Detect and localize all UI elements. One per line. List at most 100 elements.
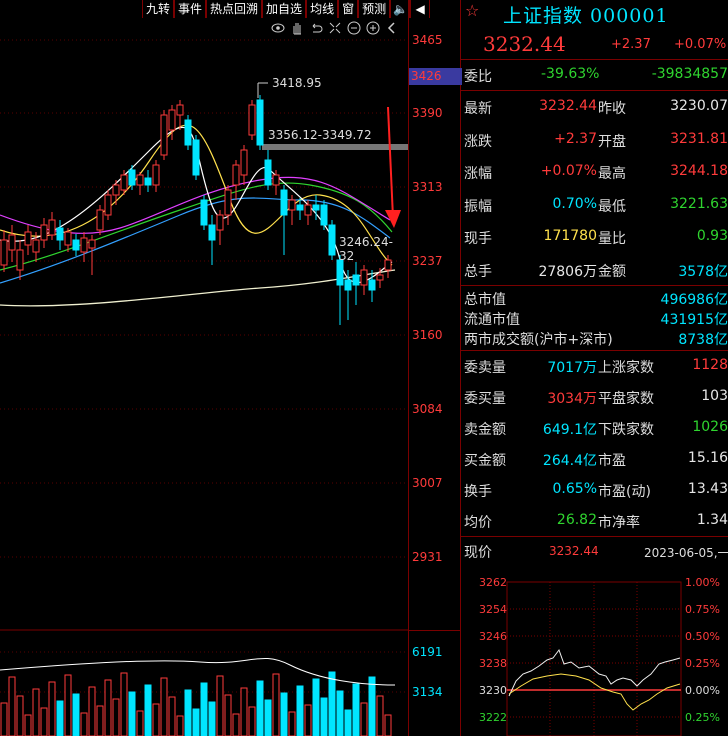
market-row: 流通市值 431915亿 xyxy=(461,309,728,329)
jiuzhuan-button[interactable]: 九转 xyxy=(142,0,175,18)
candle-body xyxy=(80,237,88,253)
breadth-value: 0.65% xyxy=(552,481,597,497)
intraday-price: 3232.44 xyxy=(549,544,599,558)
volume-bar xyxy=(256,680,264,736)
candle-body xyxy=(160,114,168,156)
intraday-right-tick: 1.00% xyxy=(685,576,720,589)
candle-body xyxy=(176,104,184,116)
candle-body xyxy=(0,239,8,266)
breadth-key: 下跌家数 xyxy=(598,422,654,438)
intraday-left-tick: 3246 xyxy=(479,630,507,643)
breadth-key: 市净率 xyxy=(598,515,640,531)
axis-tick: 3313 xyxy=(412,180,443,194)
chevron-left-icon[interactable] xyxy=(384,20,400,36)
volume-bar xyxy=(72,693,80,736)
zoom-out-icon[interactable] xyxy=(346,20,362,36)
undo-icon[interactable] xyxy=(308,20,324,36)
quote-value: 3578亿 xyxy=(678,263,728,280)
candle-body xyxy=(96,209,104,231)
candle-body xyxy=(368,279,376,291)
candle-body xyxy=(88,239,96,249)
intraday-left-tick: 3262 xyxy=(479,576,507,589)
breadth-value: 7017万 xyxy=(547,360,597,376)
volume-bar xyxy=(16,695,24,736)
quote-row: 涨跌 +2.37 开盘 3231.81 xyxy=(461,131,728,163)
intraday-right-tick: 0.25% xyxy=(685,657,720,670)
volume-bar xyxy=(320,697,328,736)
eye-icon[interactable] xyxy=(270,20,286,36)
volume-bar xyxy=(152,703,160,736)
header-price: 3232.44 xyxy=(483,32,566,56)
volume-bar xyxy=(216,675,224,736)
volume-bar xyxy=(8,676,16,736)
quote-value: 3244.18 xyxy=(670,163,728,179)
breadth-key: 平盘家数 xyxy=(598,391,654,407)
candle-body xyxy=(248,104,256,136)
hot-review-button[interactable]: 热点回溯 xyxy=(206,0,263,18)
market-row: 两市成交额(沪市+深市) 8738亿 xyxy=(461,329,728,349)
volume-bar xyxy=(176,715,184,736)
kline-svg[interactable] xyxy=(0,0,408,736)
volume-bar xyxy=(136,710,144,736)
intraday-right-tick: 0.50% xyxy=(685,630,720,643)
vol-ma xyxy=(0,657,396,686)
quote-value: 3232.44 xyxy=(539,98,597,114)
breadth-value: 103 xyxy=(701,388,728,404)
candle-body xyxy=(304,204,312,216)
candle-body xyxy=(128,169,136,186)
breadth-value: 1128 xyxy=(692,357,728,373)
quote-value: 3221.63 xyxy=(670,195,728,212)
volume-bar xyxy=(184,689,192,736)
ma-line-white xyxy=(0,269,396,307)
breadth-key: 上涨家数 xyxy=(598,360,654,376)
candle-body xyxy=(288,199,296,211)
volume-bar xyxy=(224,694,232,736)
volume-bar xyxy=(248,706,256,736)
candle-body xyxy=(152,164,160,186)
zoom-in-icon[interactable] xyxy=(365,20,381,36)
panel-title: 上证指数 000001 xyxy=(503,5,669,27)
quote-value: 0.93 xyxy=(696,228,728,244)
ma-button[interactable]: 均线 xyxy=(306,0,339,18)
breadth-row: 委卖量 7017万 上涨家数 1128 xyxy=(461,357,728,389)
shrink-icon[interactable] xyxy=(327,20,343,36)
candle-body xyxy=(168,109,176,131)
candle-body xyxy=(240,149,248,176)
volume-bar xyxy=(352,683,360,736)
forecast-button[interactable]: 预测 xyxy=(358,0,391,18)
volume-bar xyxy=(336,690,344,736)
breadth-value: 649.1亿 xyxy=(542,422,597,438)
candle-body xyxy=(352,274,360,286)
events-button[interactable]: 事件 xyxy=(174,0,207,18)
candle-body xyxy=(216,214,224,231)
breadth-key: 均价 xyxy=(464,515,492,531)
candle-body xyxy=(72,239,80,251)
candle-body xyxy=(32,239,40,253)
breadth-value: 1026 xyxy=(692,419,728,435)
breadth-value: 26.82 xyxy=(556,512,597,528)
add-watchlist-button[interactable]: 加自选 xyxy=(262,0,307,18)
kline-chart-area[interactable]: 3418.95 3356.12-3349.72 3246.24-32 xyxy=(0,0,408,736)
star-icon[interactable]: ☆ xyxy=(465,1,479,20)
hand-icon[interactable] xyxy=(289,20,305,36)
axis-tick: 3237 xyxy=(412,254,443,268)
quote-key: 现手 xyxy=(464,231,492,247)
candle-body xyxy=(112,184,120,196)
axis-tick: 3465 xyxy=(412,33,443,47)
window-button[interactable]: 窗 xyxy=(338,0,359,18)
volume-bar xyxy=(376,695,384,736)
breadth-key: 委买量 xyxy=(464,391,506,407)
intraday-chart[interactable]: 3262 3254 3246 3238 3230 3222 1.00% 0.75… xyxy=(461,576,728,736)
quote-key: 总手 xyxy=(464,263,492,280)
quote-value: 3231.81 xyxy=(670,130,728,147)
candle-body xyxy=(48,219,56,236)
volume-bar xyxy=(264,699,272,736)
breadth-value: 1.34 xyxy=(696,512,728,528)
trend-arrow xyxy=(387,106,394,219)
annotation-gap: 3356.12-3349.72 xyxy=(268,128,372,142)
axis-tick: 3007 xyxy=(412,476,443,490)
candle-body xyxy=(360,269,368,286)
axis-tick: 3390 xyxy=(412,106,443,120)
weibi-diff: -39834857 xyxy=(651,66,728,82)
quote-key: 最低 xyxy=(598,198,626,215)
